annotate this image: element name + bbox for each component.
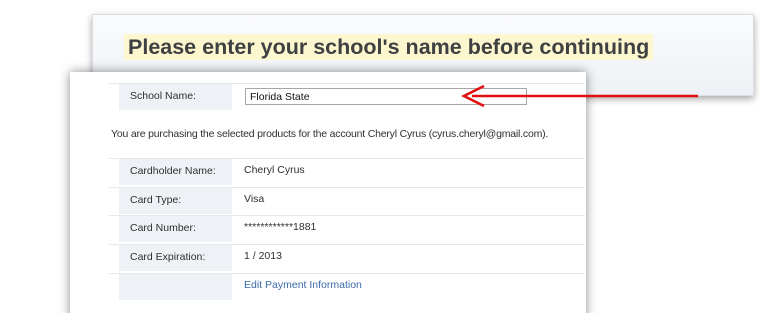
cardholder-name-label: Cardholder Name: [119, 159, 232, 185]
purchase-note: You are purchasing the selected products… [111, 128, 549, 140]
red-arrow-icon [461, 84, 698, 108]
edit-payment-row: Edit Payment Information [109, 273, 585, 300]
edit-payment-label-cell [119, 274, 232, 300]
card-type-row: Card Type: Visa [109, 187, 585, 214]
school-name-label: School Name: [119, 84, 232, 110]
page-title: Please enter your school's name before c… [124, 34, 654, 60]
card-number-row: Card Number: ************1881 [109, 215, 585, 242]
card-expiration-value: 1 / 2013 [244, 250, 282, 262]
screenshot-stage: Please enter your school's name before c… [0, 0, 760, 313]
card-number-value: ************1881 [244, 221, 317, 233]
cardholder-name-value: Cheryl Cyrus [244, 164, 305, 176]
card-expiration-row: Card Expiration: 1 / 2013 [109, 244, 585, 271]
payment-form-panel: School Name: You are purchasing the sele… [70, 72, 586, 313]
card-number-label: Card Number: [119, 216, 232, 242]
edit-payment-link[interactable]: Edit Payment Information [244, 274, 362, 298]
cardholder-name-row: Cardholder Name: Cheryl Cyrus [109, 158, 585, 185]
card-type-value: Visa [244, 193, 265, 205]
card-type-label: Card Type: [119, 188, 232, 214]
card-expiration-label: Card Expiration: [119, 245, 232, 271]
